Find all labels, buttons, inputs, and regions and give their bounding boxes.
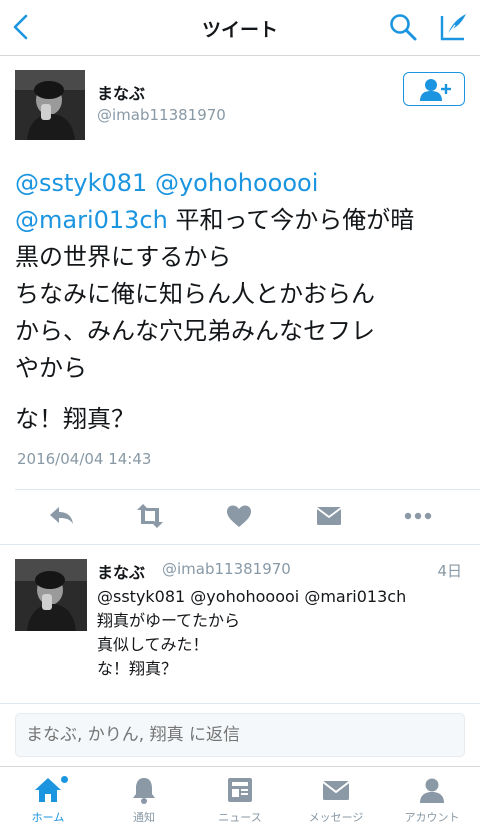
mention-link[interactable]: @sstyk081: [15, 169, 147, 197]
retweet-button[interactable]: [134, 502, 164, 530]
tab-account[interactable]: アカウント: [384, 767, 480, 828]
tweet-text-line: 平和って今から俺が暗: [175, 206, 415, 234]
tab-label: メッセージ: [308, 811, 364, 824]
reply-author-handle[interactable]: @imab11381970: [162, 560, 291, 578]
heart-icon: [227, 505, 251, 527]
reply-text-line: 真似してみた！: [97, 635, 209, 654]
avatar[interactable]: [15, 559, 87, 631]
tab-messages[interactable]: メッセージ: [288, 767, 384, 828]
author-handle[interactable]: @imab11381970: [97, 106, 226, 124]
reply-author-name[interactable]: まなぶ: [97, 559, 145, 583]
author-name[interactable]: まなぶ: [97, 80, 145, 104]
reply-text: @sstyk081 @yohohooooi @mari013ch 翔真がゆーてた…: [97, 585, 477, 681]
reply-text-line: な！翔真？: [97, 659, 178, 678]
more-dots-icon: [404, 512, 432, 520]
top-nav-bar: ツイート: [0, 0, 480, 56]
tweet-text-line: 黒の世界にするから: [15, 243, 232, 271]
compose-icon: [440, 14, 466, 41]
tab-home[interactable]: ホーム: [0, 767, 96, 828]
compose-tweet-button[interactable]: [436, 10, 470, 44]
tweet-text-line: から、みんな穴兄弟みんなセフレ: [15, 317, 375, 345]
tab-notifications[interactable]: 通知: [96, 767, 192, 828]
mention-link[interactable]: @yohohooooi: [155, 169, 318, 197]
add-user-icon: [420, 79, 451, 101]
tweet-text-line: ちなみに俺に知らん人とかおらん: [15, 280, 375, 308]
more-button[interactable]: [402, 502, 432, 530]
reply-text-line: @sstyk081 @yohohooooi @mari013ch: [97, 587, 407, 606]
search-icon: [390, 14, 417, 41]
envelope-icon: [316, 507, 342, 525]
home-icon: [35, 778, 61, 802]
tab-label: アカウント: [404, 811, 460, 824]
reply-button[interactable]: [46, 502, 76, 530]
search-button[interactable]: [388, 12, 418, 42]
mention-link[interactable]: @mari013ch: [15, 206, 168, 234]
tweet-action-bar: [0, 490, 480, 542]
envelope-icon: [322, 781, 350, 800]
notification-dot: [60, 775, 69, 784]
tweet-text-line: やから: [15, 354, 87, 382]
tweet-author-header: まなぶ @imab11381970: [15, 70, 465, 140]
reply-text-line: 翔真がゆーてたから: [97, 611, 241, 630]
bell-icon: [133, 778, 155, 804]
like-button[interactable]: [224, 502, 254, 530]
reply-tweet[interactable]: まなぶ @imab11381970 4日 @sstyk081 @yohohooo…: [15, 557, 470, 697]
tweet-text: @sstyk081 @yohohooooi @mari013ch 平和って今から…: [15, 165, 470, 438]
tweet-text-line: な！翔真？: [15, 405, 135, 433]
bottom-tab-bar: ホーム 通知 ニュース メッセージ アカウント: [0, 766, 480, 828]
direct-message-button[interactable]: [314, 502, 344, 530]
tab-label: ニュース: [218, 811, 262, 824]
reply-input[interactable]: [15, 713, 465, 757]
avatar[interactable]: [15, 70, 85, 140]
news-icon: [228, 778, 252, 802]
tweet-timestamp: 2016/04/04 14:43: [17, 450, 152, 468]
retweet-icon: [137, 504, 163, 528]
reply-icon: [50, 507, 73, 524]
follow-button[interactable]: [403, 72, 465, 106]
divider: [0, 544, 480, 545]
reply-timestamp: 4日: [437, 562, 462, 580]
tab-news[interactable]: ニュース: [192, 767, 288, 828]
tab-label: ホーム: [31, 811, 65, 824]
tab-label: 通知: [133, 811, 155, 824]
person-icon: [420, 778, 444, 803]
reply-composer: [0, 703, 480, 765]
